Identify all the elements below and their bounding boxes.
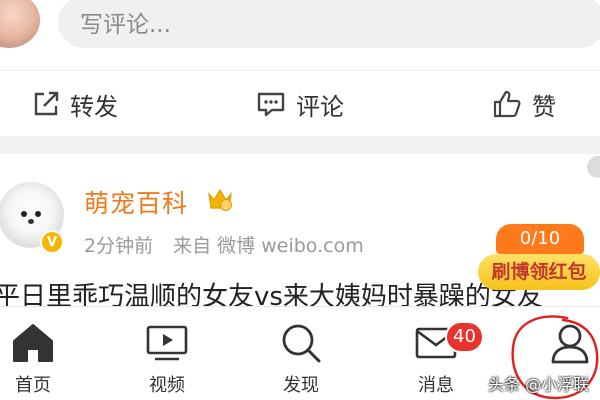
like-label: 赞 <box>532 92 556 121</box>
thumbs-up-icon <box>493 90 521 118</box>
user-icon <box>548 321 592 365</box>
tab-messages[interactable]: 消息 40 <box>391 307 484 400</box>
home-icon <box>11 321 55 365</box>
post-meta: 2分钟前 来自 微博 weibo.com <box>84 231 378 258</box>
scroll-indicator <box>587 156 600 178</box>
poster-name[interactable]: 萌宠百科 <box>84 184 188 220</box>
message-count-badge: 40 <box>445 321 484 353</box>
video-icon <box>145 321 189 365</box>
avatar-nose <box>28 219 34 224</box>
repost-icon <box>34 91 59 116</box>
like-button[interactable]: 赞 <box>492 71 556 137</box>
red-packet-label: 刷博领红包 <box>478 254 600 290</box>
comment-placeholder: 写评论... <box>80 12 171 38</box>
tab-discover-label: 发现 <box>283 375 319 396</box>
tab-discover[interactable]: 发现 <box>256 307 346 400</box>
red-packet-count: 0/10 <box>496 224 584 254</box>
crown-icon <box>208 188 232 211</box>
comment-icon <box>257 92 285 117</box>
tab-video[interactable]: 视频 <box>122 307 212 400</box>
tab-home[interactable]: 首页 <box>0 307 78 400</box>
comment-input[interactable]: 写评论... <box>58 0 600 48</box>
avatar-eye-right <box>35 211 41 217</box>
comment-label: 评论 <box>296 92 344 121</box>
avatar-eye-left <box>21 211 27 217</box>
post-time: 2分钟前 <box>84 235 154 257</box>
comment-bar: 写评论... <box>0 0 600 70</box>
verified-badge: V <box>40 230 64 254</box>
tab-video-label: 视频 <box>149 375 185 396</box>
action-row: 转发 评论 赞 <box>0 70 600 136</box>
search-icon <box>279 321 323 365</box>
watermark: 头条 @小浮联 <box>488 375 590 394</box>
tab-messages-label: 消息 <box>418 375 454 396</box>
repost-button[interactable]: 转发 <box>32 71 118 137</box>
tab-home-label: 首页 <box>15 375 51 396</box>
post-source: 来自 微博 weibo.com <box>173 235 364 257</box>
repost-label: 转发 <box>70 92 118 121</box>
comment-button[interactable]: 评论 <box>256 71 344 137</box>
my-avatar[interactable] <box>0 0 40 48</box>
red-packet-widget[interactable]: 0/10 刷博领红包 <box>478 224 600 290</box>
